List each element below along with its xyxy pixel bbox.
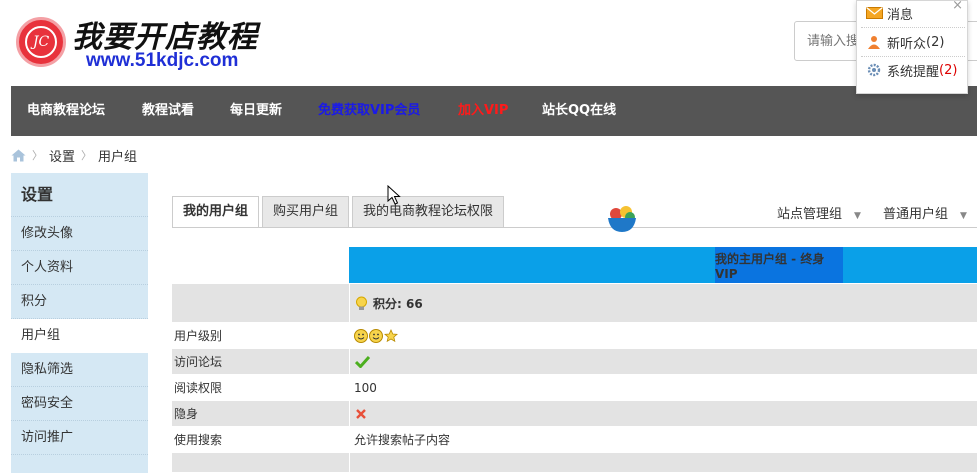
- tab-buy-usergroup[interactable]: 购买用户组: [262, 196, 350, 228]
- points-value: 积分: 66: [373, 296, 423, 311]
- chevron-right-icon: 〉: [81, 149, 93, 162]
- notification-dropdown: × 消息 新听众 (2) 系统提醒 (2): [856, 0, 968, 94]
- select-site-admin-group[interactable]: 站点管理组 ▼: [777, 203, 861, 222]
- breadcrumb: 〉 设置 〉 用户组: [11, 146, 138, 165]
- row-value: [349, 453, 977, 472]
- person-icon: [868, 36, 880, 49]
- divider: [861, 27, 965, 28]
- table-row: 阅读权限 100: [172, 375, 977, 401]
- row-label: [172, 453, 348, 472]
- table-cell: 积分: 66: [349, 284, 977, 322]
- bowl-icon: [608, 206, 636, 232]
- table-row: [172, 453, 977, 473]
- envelope-icon: [866, 7, 883, 19]
- nav-item-daily-update[interactable]: 每日更新: [230, 86, 282, 136]
- row-value: 100: [354, 380, 377, 395]
- select-label: 普通用户组: [883, 207, 949, 222]
- level-stars-icon: [354, 328, 398, 343]
- table-row-points: 积分: 66: [172, 284, 977, 323]
- row-label: 阅读权限: [174, 381, 223, 395]
- row-label: 使用搜索: [174, 433, 223, 447]
- nav-item-free-vip[interactable]: 免费获取VIP会员: [318, 86, 420, 136]
- breadcrumb-item-current: 用户组: [98, 149, 138, 165]
- notification-count: (2): [926, 34, 945, 50]
- breadcrumb-item[interactable]: 设置: [49, 146, 75, 165]
- notification-count: (2): [939, 62, 958, 78]
- select-label: 站点管理组: [777, 207, 843, 222]
- nav-item-qq-online[interactable]: 站长QQ在线: [542, 86, 616, 136]
- nav-item-join-vip[interactable]: 加入VIP: [458, 86, 508, 136]
- home-icon[interactable]: [11, 149, 26, 162]
- site-header: JC 我要开店教程 www.51kdjc.com: [0, 0, 977, 86]
- logo-initials: JC: [25, 26, 57, 58]
- check-icon: [355, 355, 370, 368]
- close-icon[interactable]: ×: [952, 0, 963, 13]
- main-nav: 电商教程论坛 教程试看 每日更新 免费获取VIP会员 加入VIP 站长QQ在线: [11, 86, 977, 136]
- sidebar-title: 设置: [11, 173, 148, 217]
- settings-sidebar: 设置 修改头像 个人资料 积分 用户组 隐私筛选 密码安全 访问推广: [11, 173, 148, 473]
- cross-icon: [356, 408, 366, 419]
- sidebar-item-credits[interactable]: 积分: [11, 285, 148, 319]
- row-value: [349, 349, 977, 374]
- nav-item-forum[interactable]: 电商教程论坛: [27, 86, 105, 136]
- table-row: 用户级别: [172, 323, 977, 349]
- table-header-cell: 我的主用户组 - 终身VIP: [349, 247, 977, 283]
- sidebar-item-promotion[interactable]: 访问推广: [11, 421, 148, 455]
- site-url[interactable]: www.51kdjc.com: [86, 50, 238, 72]
- notification-item-messages[interactable]: 消息: [866, 2, 913, 24]
- table-row: 访问论坛: [172, 349, 977, 375]
- notification-item-system[interactable]: 系统提醒 (2): [866, 59, 957, 81]
- row-value: 允许搜索帖子内容: [354, 433, 451, 447]
- table-row: 使用搜索 允许搜索帖子内容: [172, 427, 977, 453]
- gear-icon: [867, 63, 881, 77]
- lightbulb-icon: [356, 296, 367, 310]
- divider: [861, 56, 965, 57]
- tab-forum-permissions[interactable]: 我的电商教程论坛权限: [352, 196, 505, 228]
- row-label: 用户级别: [174, 329, 223, 343]
- row-label: 访问论坛: [172, 349, 348, 374]
- notification-label: 新听众: [887, 36, 927, 52]
- select-normal-user-group[interactable]: 普通用户组 ▼: [883, 203, 967, 222]
- sidebar-item-avatar[interactable]: 修改头像: [11, 217, 148, 251]
- tab-divider: [172, 227, 977, 228]
- notification-label: 系统提醒: [887, 64, 940, 80]
- table-row: 隐身: [172, 401, 977, 427]
- row-value: [349, 401, 977, 426]
- sidebar-item-usergroup[interactable]: 用户组: [11, 319, 148, 353]
- dropdown-caret-icon: ▼: [960, 211, 967, 221]
- row-value: [349, 323, 977, 348]
- mouse-cursor-icon: [387, 185, 401, 205]
- tab-bar: 我的用户组 购买用户组 我的电商教程论坛权限: [172, 196, 507, 228]
- sidebar-item-password[interactable]: 密码安全: [11, 387, 148, 421]
- usergroup-table: 我的主用户组 - 终身VIP 积分: 66 用户级别 访问论坛 阅读权限 100…: [172, 247, 977, 473]
- tab-my-usergroup[interactable]: 我的用户组: [172, 196, 260, 228]
- table-cell: [172, 284, 348, 322]
- table-header-row: 我的主用户组 - 终身VIP: [172, 247, 977, 284]
- nav-item-preview[interactable]: 教程试看: [142, 86, 194, 136]
- notification-item-followers[interactable]: 新听众 (2): [866, 31, 944, 53]
- main-group-title: 我的主用户组 - 终身VIP: [715, 247, 843, 283]
- sidebar-item-profile[interactable]: 个人资料: [11, 251, 148, 285]
- notification-label: 消息: [887, 7, 914, 23]
- dropdown-caret-icon: ▼: [854, 211, 861, 221]
- row-label: 隐身: [172, 401, 348, 426]
- site-logo[interactable]: JC: [16, 17, 66, 67]
- chevron-right-icon: 〉: [32, 149, 43, 162]
- sidebar-item-privacy[interactable]: 隐私筛选: [11, 353, 148, 387]
